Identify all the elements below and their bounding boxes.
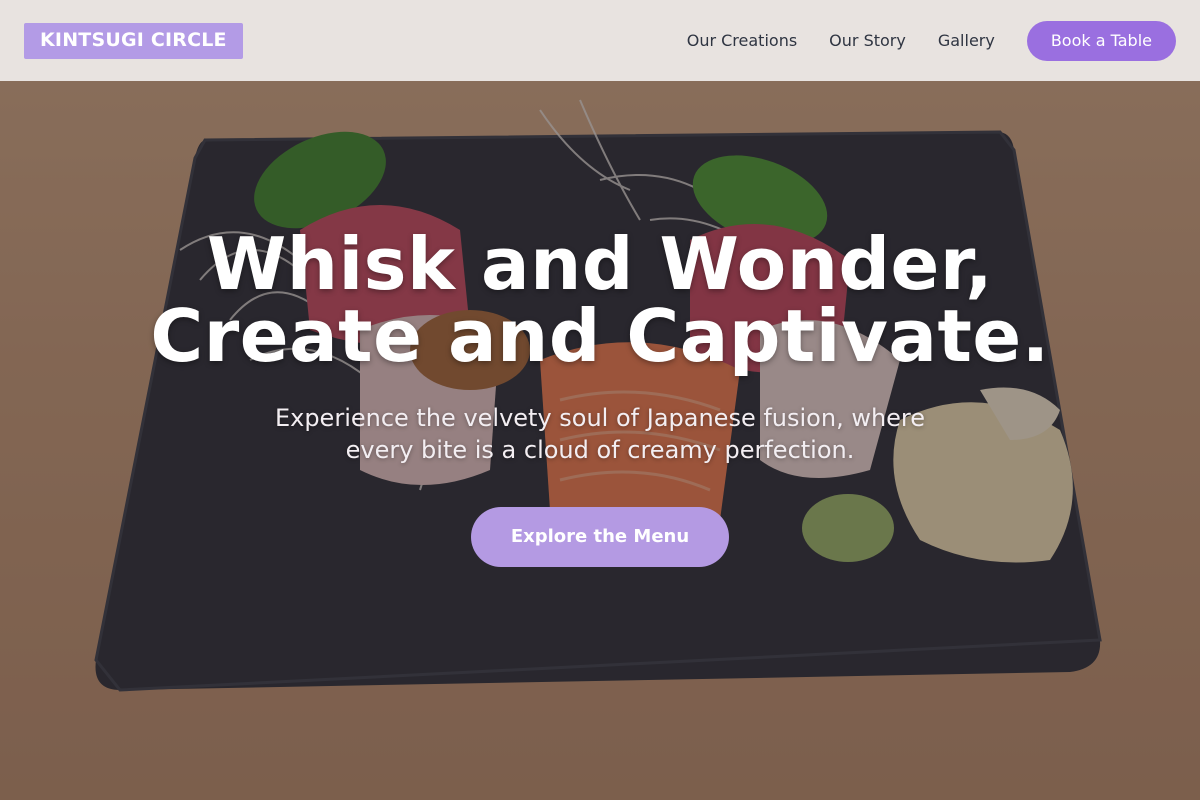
brand-logo[interactable]: KINTSUGI CIRCLE [24, 22, 243, 59]
nav-link-our-creations[interactable]: Our Creations [687, 31, 797, 51]
nav-link-our-story[interactable]: Our Story [829, 31, 906, 51]
nav-link-gallery[interactable]: Gallery [938, 31, 995, 51]
landing-page: KINTSUGI CIRCLE Our Creations Our Story … [0, 0, 1200, 800]
hero-section: Whisk and Wonder, Create and Captivate. … [0, 228, 1200, 567]
explore-menu-button[interactable]: Explore the Menu [470, 507, 730, 567]
site-header: KINTSUGI CIRCLE Our Creations Our Story … [0, 0, 1200, 81]
book-a-table-button[interactable]: Book a Table [1026, 20, 1176, 61]
main-nav: Our Creations Our Story Gallery Book a T… [655, 20, 1176, 61]
hero-title-line-2: Create and Captivate. [150, 294, 1050, 378]
hero-title: Whisk and Wonder, Create and Captivate. [0, 228, 1200, 372]
hero-title-line-1: Whisk and Wonder, [206, 222, 994, 306]
hero-subtitle: Experience the velvety soul of Japanese … [274, 404, 926, 464]
